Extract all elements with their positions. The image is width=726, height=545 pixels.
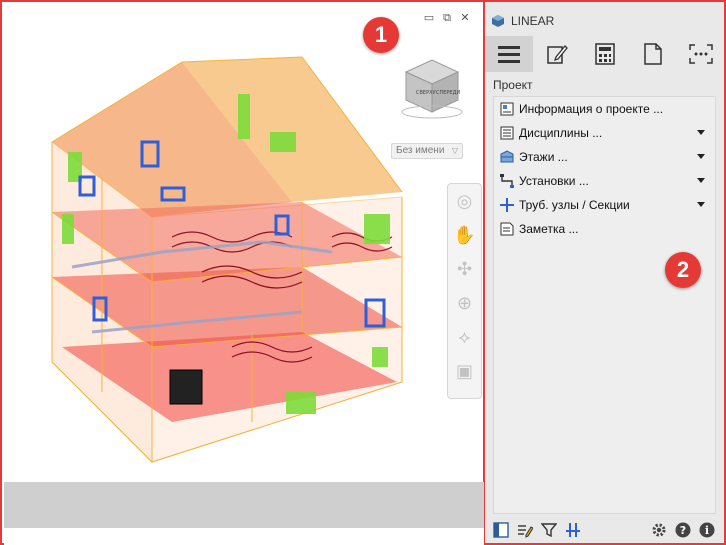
menu-icon <box>498 46 520 63</box>
orbit-icon[interactable]: ⊕ <box>448 286 481 320</box>
viewcube-left-face[interactable]: СВЕРХУ <box>416 90 436 96</box>
tree-item-label: Труб. узлы / Секции <box>519 198 630 212</box>
chevron-down-icon[interactable] <box>697 130 705 135</box>
tree-item-label: Этажи ... <box>519 150 568 164</box>
tree-item-installations[interactable]: Установки ... <box>494 169 715 193</box>
calculator-icon <box>595 43 615 65</box>
chevron-down-icon[interactable] <box>697 154 705 159</box>
linear-logo-icon <box>492 15 504 27</box>
pipe-node-icon[interactable] <box>563 521 583 539</box>
installations-icon <box>500 174 514 188</box>
tree-item-project-info[interactable]: Информация о проекте ... <box>494 97 715 121</box>
viewport-window-controls: ▭ ⧉ ✕ <box>423 12 471 24</box>
gear-icon[interactable] <box>649 521 669 539</box>
disciplines-icon <box>500 126 514 140</box>
tab-calculation[interactable] <box>581 36 629 72</box>
chevron-down-icon[interactable] <box>697 178 705 183</box>
minimize-icon[interactable]: ▭ <box>423 12 435 24</box>
callout-badge-2: 2 <box>665 252 701 288</box>
viewport-status-strip <box>4 482 484 528</box>
filter-icon[interactable] <box>539 521 559 539</box>
3d-viewport[interactable]: ▭ ⧉ ✕ СВЕРХУ СПЕРЕДИ Без имени ▽ ◎ ✋ ✣ ⊕… <box>0 0 484 545</box>
tree-item-label: Информация о проекте ... <box>519 102 664 116</box>
tree-item-label: Установки ... <box>519 174 589 188</box>
more-icon <box>689 44 713 64</box>
tree-item-label: Заметка ... <box>519 222 579 236</box>
viewcube[interactable]: СВЕРХУ СПЕРЕДИ <box>396 54 468 120</box>
view-name-dropdown[interactable]: Без имени ▽ <box>391 143 463 159</box>
viewcube-right-face[interactable]: СПЕРЕДИ <box>436 90 460 96</box>
project-info-icon <box>500 102 514 116</box>
edit-list-icon[interactable] <box>515 521 535 539</box>
info-icon[interactable]: i <box>697 521 717 539</box>
panel-footer-toolbar: ? i <box>491 520 721 540</box>
viewport-bottom-margin <box>4 528 484 545</box>
tab-edit[interactable] <box>533 36 581 72</box>
layout-icon[interactable] <box>491 521 511 539</box>
tree-item-floors[interactable]: Этажи ... <box>494 145 715 169</box>
tab-documents[interactable] <box>629 36 677 72</box>
tab-more[interactable] <box>677 36 725 72</box>
svg-text:?: ? <box>680 524 686 537</box>
look-icon[interactable]: ⟡ <box>448 320 481 354</box>
showmotion-icon[interactable]: ▣ <box>448 354 481 388</box>
tab-menu[interactable] <box>485 36 533 72</box>
panel-title: LINEAR <box>491 10 554 32</box>
help-icon[interactable]: ? <box>673 521 693 539</box>
tree-item-label: Дисциплины ... <box>519 126 603 140</box>
svg-text:i: i <box>705 524 709 537</box>
document-icon <box>644 43 662 65</box>
project-tree: Информация о проекте ... Дисциплины ... … <box>493 96 716 514</box>
close-icon[interactable]: ✕ <box>459 12 471 24</box>
tree-item-note[interactable]: Заметка ... <box>494 217 715 241</box>
navigation-bar: ◎ ✋ ✣ ⊕ ⟡ ▣ <box>447 183 482 399</box>
linear-panel: LINEAR Проект Информация о проекте ... Д… <box>484 0 726 545</box>
section-label: Проект <box>493 78 533 92</box>
pencil-icon <box>547 45 568 64</box>
restore-icon[interactable]: ⧉ <box>441 12 453 24</box>
tree-item-disciplines[interactable]: Дисциплины ... <box>494 121 715 145</box>
pipe-nodes-icon <box>500 198 514 212</box>
note-icon <box>500 222 514 236</box>
floors-icon <box>500 150 514 164</box>
panel-app-name: LINEAR <box>511 14 555 28</box>
view-name-label: Без имени <box>396 145 445 156</box>
panel-tabs <box>485 36 725 72</box>
steering-wheel-icon[interactable]: ◎ <box>448 184 481 218</box>
callout-badge-1: 1 <box>363 17 399 53</box>
zoom-icon[interactable]: ✣ <box>448 252 481 286</box>
pan-hand-icon[interactable]: ✋ <box>448 218 481 252</box>
chevron-down-icon: ▽ <box>451 146 458 155</box>
chevron-down-icon[interactable] <box>697 202 705 207</box>
tree-item-pipe-nodes[interactable]: Труб. узлы / Секции <box>494 193 715 217</box>
